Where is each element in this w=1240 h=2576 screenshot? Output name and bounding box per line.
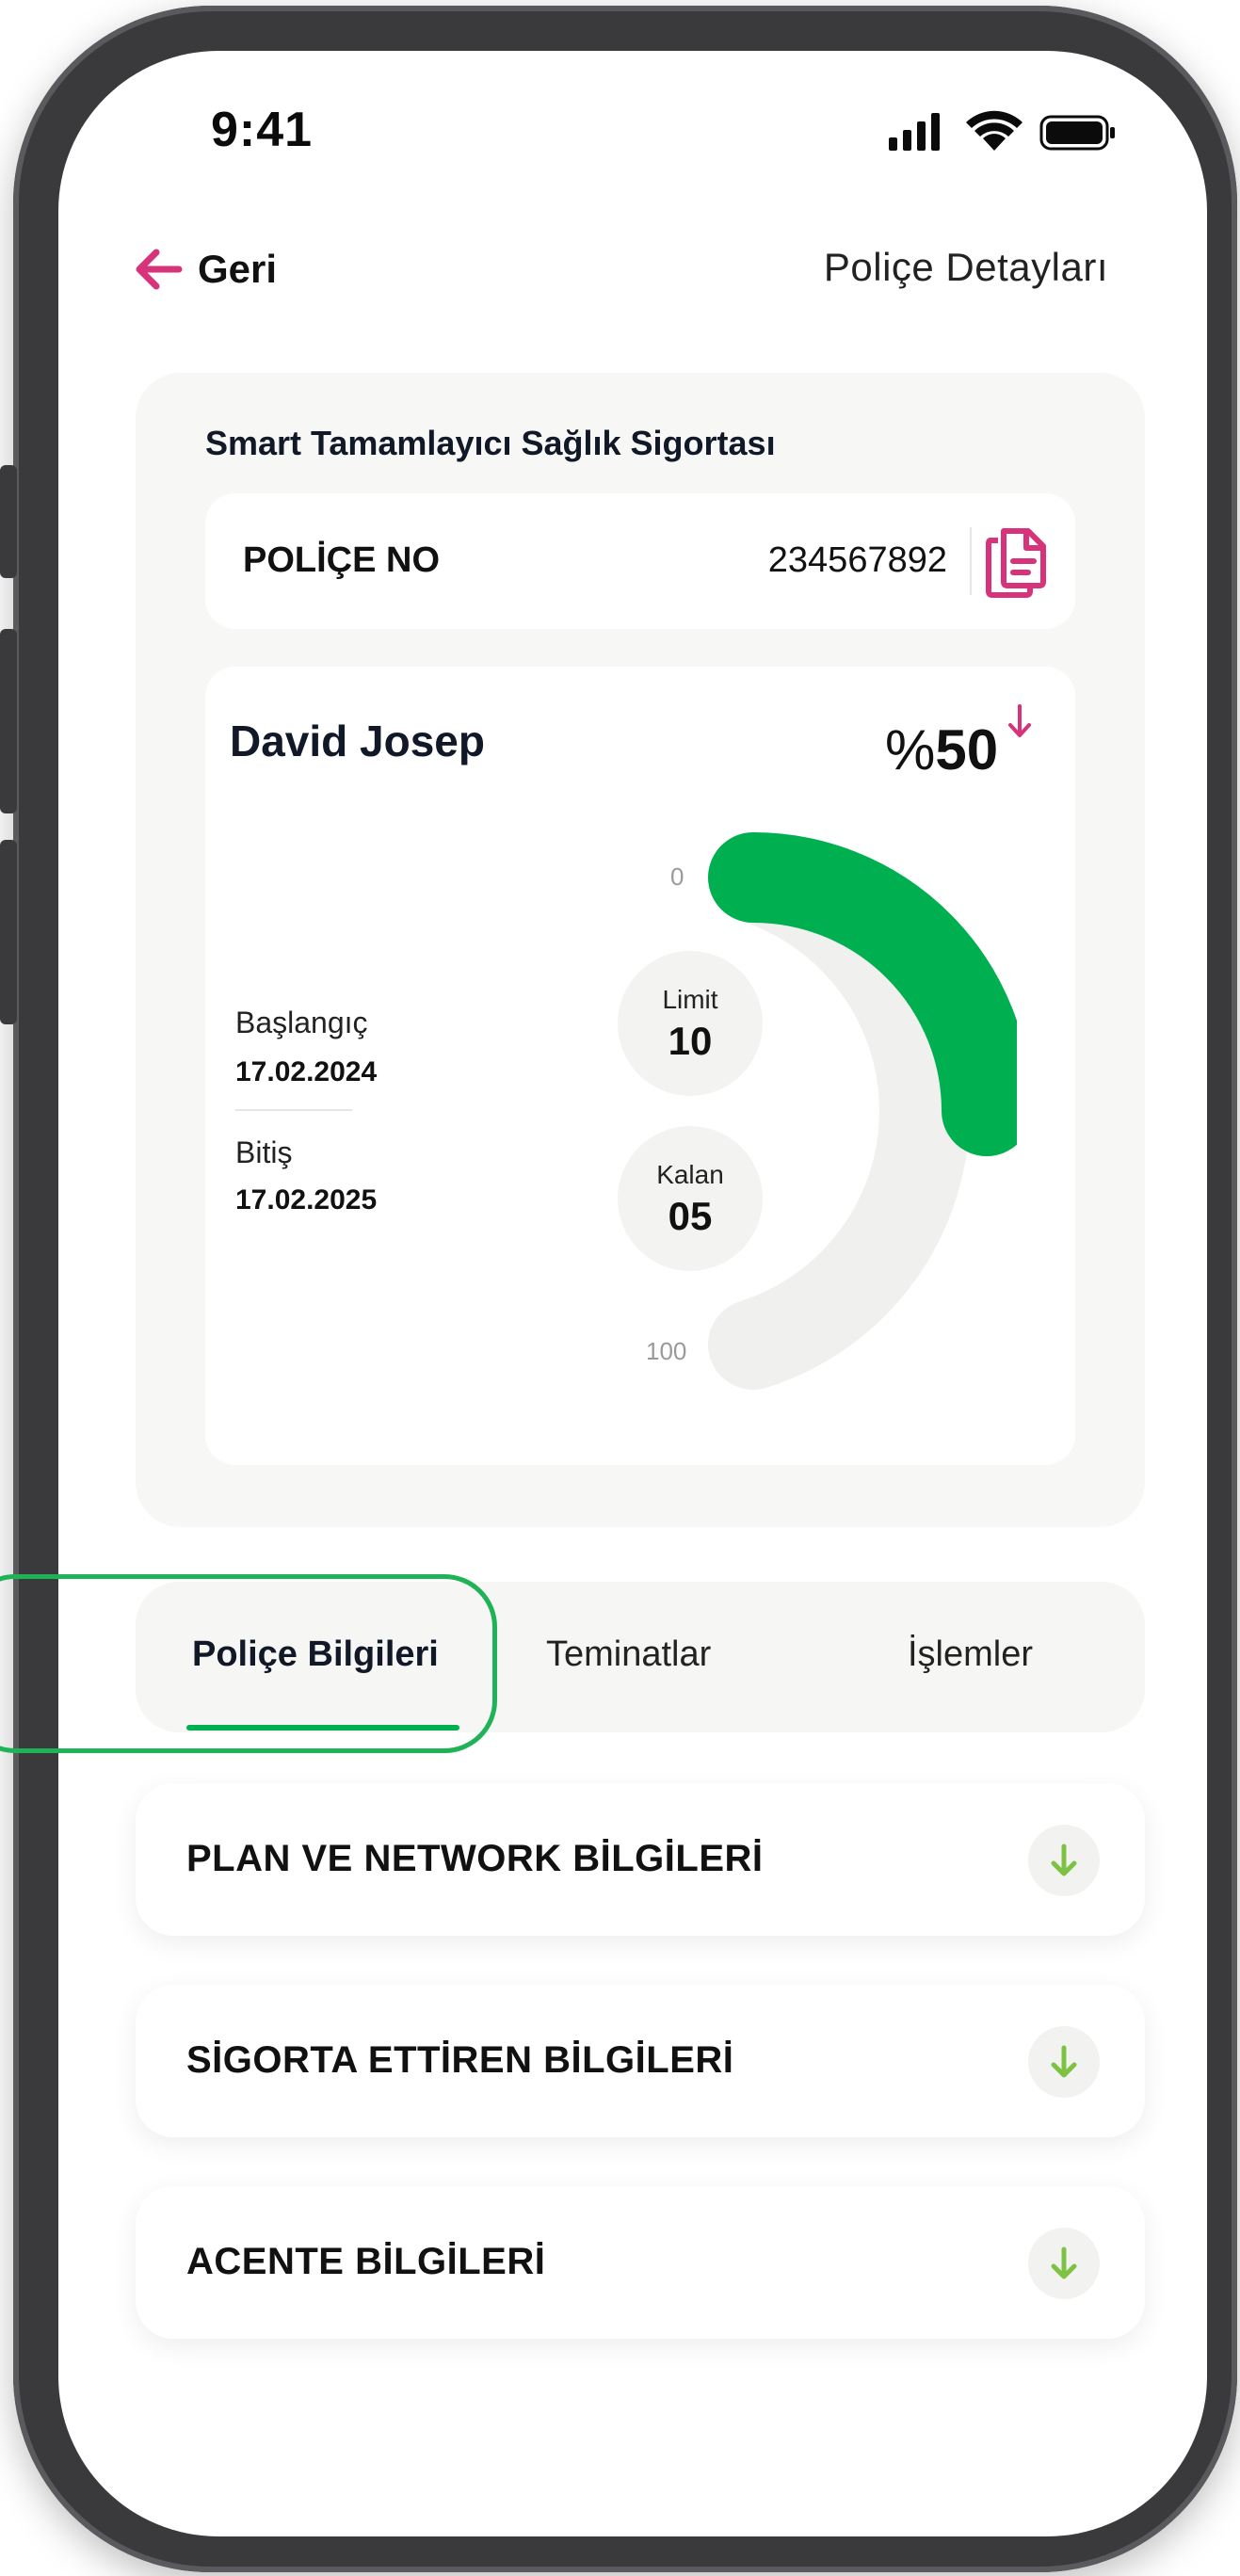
remaining-value: 05 bbox=[668, 1194, 713, 1238]
section-title: ACENTE BİLGİLERİ bbox=[186, 2241, 546, 2282]
end-date-label: Bitiş bbox=[235, 1135, 293, 1169]
usage-percent: %50 bbox=[885, 717, 998, 782]
start-date-label: Başlangıç bbox=[235, 1006, 368, 1039]
status-time: 9:41 bbox=[211, 103, 314, 157]
expand-button[interactable] bbox=[1028, 2228, 1100, 2299]
divider bbox=[970, 527, 972, 595]
copy-document-icon[interactable] bbox=[985, 527, 1049, 599]
section-title: SİGORTA ETTİREN BİLGİLERİ bbox=[186, 2039, 734, 2081]
date-divider bbox=[235, 1109, 352, 1111]
end-date-value: 17.02.2025 bbox=[235, 1184, 378, 1216]
gauge-min-label: 0 bbox=[670, 862, 684, 891]
remaining-label: Kalan bbox=[656, 1160, 724, 1189]
signal-icon bbox=[889, 113, 940, 151]
phone-volume-down-button bbox=[0, 840, 17, 1024]
battery-icon bbox=[1039, 115, 1115, 151]
section-plan-network[interactable]: PLAN VE NETWORK BİLGİLERİ bbox=[136, 1783, 1145, 1936]
expand-button[interactable] bbox=[1028, 2026, 1100, 2098]
section-insured-info[interactable]: SİGORTA ETTİREN BİLGİLERİ bbox=[136, 1985, 1145, 2137]
percent-symbol: % bbox=[885, 718, 936, 781]
section-agency-info[interactable]: ACENTE BİLGİLERİ bbox=[136, 2186, 1145, 2339]
arrow-down-icon bbox=[1008, 704, 1031, 737]
back-label: Geri bbox=[198, 247, 278, 291]
phone-silent-switch bbox=[0, 465, 17, 578]
tab-transactions[interactable]: İşlemler bbox=[908, 1634, 1033, 1675]
usage-gauge bbox=[708, 832, 1017, 1390]
product-name: Smart Tamamlayıcı Sağlık Sigortası bbox=[205, 424, 776, 462]
phone-volume-up-button bbox=[0, 629, 17, 813]
policy-number-value: 234567892 bbox=[767, 540, 947, 580]
policy-holder-name: David Josep bbox=[230, 716, 485, 765]
limit-badge: Limit 10 bbox=[618, 951, 763, 1096]
gauge-max-label: 100 bbox=[646, 1337, 687, 1365]
remaining-badge: Kalan 05 bbox=[618, 1126, 763, 1271]
arrow-down-icon bbox=[1051, 2045, 1077, 2078]
tab-focus-highlight bbox=[0, 1574, 497, 1753]
arrow-down-icon bbox=[1051, 1843, 1077, 1876]
arrow-left-icon bbox=[136, 249, 183, 290]
section-title: PLAN VE NETWORK BİLGİLERİ bbox=[186, 1838, 764, 1879]
start-date-value: 17.02.2024 bbox=[235, 1056, 378, 1087]
percent-value: 50 bbox=[935, 718, 999, 781]
limit-label: Limit bbox=[662, 985, 718, 1014]
page-title: Poliçe Detayları bbox=[823, 245, 1108, 289]
policy-number-label: POLİÇE NO bbox=[243, 540, 441, 580]
tab-coverages[interactable]: Teminatlar bbox=[546, 1634, 711, 1675]
back-button[interactable]: Geri bbox=[132, 239, 277, 299]
wifi-icon bbox=[966, 110, 1023, 151]
limit-value: 10 bbox=[668, 1019, 713, 1063]
status-icons bbox=[889, 110, 1115, 151]
arrow-down-icon bbox=[1051, 2246, 1077, 2279]
expand-button[interactable] bbox=[1028, 1825, 1100, 1896]
